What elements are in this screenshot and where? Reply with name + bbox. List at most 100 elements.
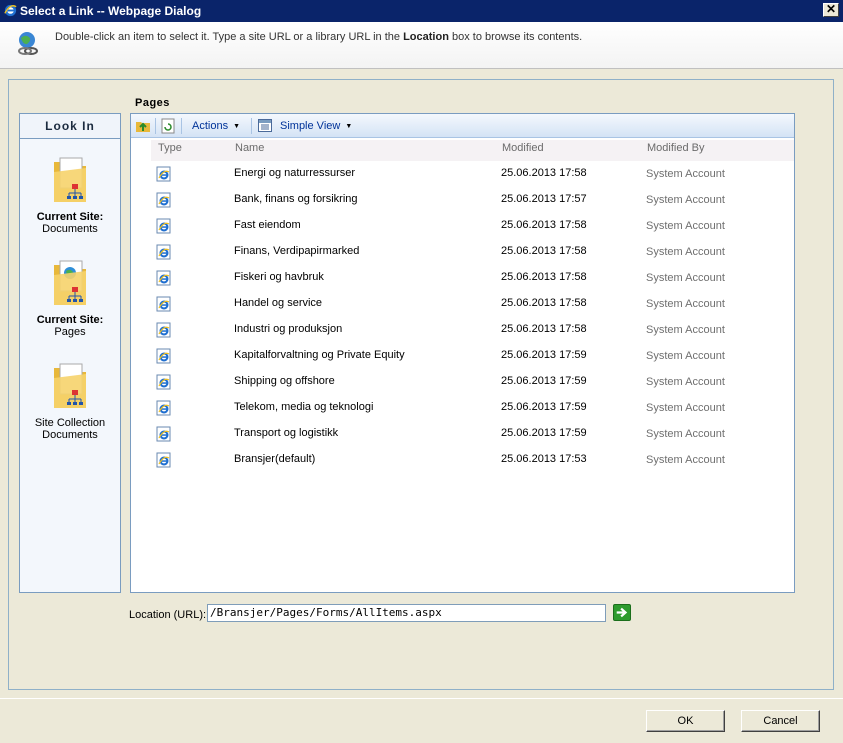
ie-page-icon (156, 322, 171, 338)
table-row[interactable]: Bank, finans og forsikring 25.06.2013 17:… (131, 187, 794, 213)
location-label: Location (URL): (129, 609, 207, 621)
dialog-title-bar: Select a Link -- Webpage Dialog (0, 0, 843, 22)
look-in-panel: Look In Current Site: Documents Current … (19, 113, 121, 593)
view-selector[interactable]: Simple View ▼ (280, 118, 352, 134)
column-modified[interactable]: Modified (502, 142, 544, 154)
actions-label: Actions (192, 120, 229, 132)
ie-page-icon (156, 400, 171, 416)
row-name[interactable]: Bransjer(default) (234, 453, 315, 465)
look-in-header: Look In (20, 114, 120, 139)
table-row[interactable]: Transport og logistikk 25.06.2013 17:59 Sy… (131, 421, 794, 447)
site-sub: Pages (54, 326, 86, 338)
table-row[interactable]: Finans, Verdipapirmarked 25.06.2013 17:58… (131, 239, 794, 265)
row-modified-by: System Account (646, 272, 725, 284)
actions-menu[interactable]: Actions ▼ (192, 118, 240, 134)
chevron-down-icon: ▼ (345, 122, 353, 130)
table-row[interactable]: Bransjer(default) 25.06.2013 17:53 System … (131, 447, 794, 473)
row-name[interactable]: Bank, finans og forsikring (234, 193, 358, 205)
row-modified-by: System Account (646, 246, 725, 258)
site-name: Current Site: (36, 314, 104, 326)
info-text: Double-click an item to select it. Type … (55, 31, 583, 43)
ie-page-icon (156, 374, 171, 390)
site-item-collection-documents[interactable]: Site Collection Documents (20, 360, 120, 441)
row-name[interactable]: Fast eiendom (234, 219, 301, 231)
row-name[interactable]: Handel og service (234, 297, 322, 309)
ie-icon (4, 4, 17, 17)
up-folder-icon[interactable] (135, 118, 151, 134)
ie-page-icon (156, 452, 171, 468)
row-name[interactable]: Telekom, media og teknologi (234, 401, 373, 413)
table-row[interactable]: Energi og naturressurser 25.06.2013 17:58… (131, 161, 794, 187)
table-row[interactable]: Telekom, media og teknologi 25.06.2013 17… (131, 395, 794, 421)
table-row[interactable]: Fast eiendom 25.06.2013 17:58 System Accou… (131, 213, 794, 239)
row-name[interactable]: Finans, Verdipapirmarked (234, 245, 359, 257)
site-sub: Documents (42, 223, 98, 235)
row-modified-by: System Account (646, 324, 725, 336)
row-modified: 25.06.2013 17:57 (501, 193, 587, 205)
column-name[interactable]: Name (235, 142, 264, 154)
row-modified-by: System Account (646, 428, 725, 440)
chevron-down-icon: ▼ (233, 122, 241, 130)
row-modified-by: System Account (646, 350, 725, 362)
ie-page-icon (156, 348, 171, 364)
table-row[interactable]: Handel og service 25.06.2013 17:58 System … (131, 291, 794, 317)
pages-list: Actions ▼ Simple View ▼ Type Name Modified… (130, 113, 795, 593)
location-input[interactable]: /Bransjer/Pages/Forms/AllItems.aspx (207, 604, 606, 622)
row-modified: 25.06.2013 17:58 (501, 323, 587, 335)
table-row[interactable]: Kapitalforvaltning og Private Equity 25.0… (131, 343, 794, 369)
refresh-icon[interactable] (161, 118, 175, 134)
row-modified-by: System Account (646, 220, 725, 232)
row-modified: 25.06.2013 17:59 (501, 401, 587, 413)
row-name[interactable]: Fiskeri og havbruk (234, 271, 324, 283)
ie-page-icon (156, 166, 171, 182)
row-modified: 25.06.2013 17:59 (501, 375, 587, 387)
row-modified: 25.06.2013 17:58 (501, 167, 587, 179)
site-item-current-documents[interactable]: Current Site: Documents (20, 154, 120, 235)
table-row[interactable]: Shipping og offshore 25.06.2013 17:59 Syst… (131, 369, 794, 395)
row-modified: 25.06.2013 17:58 (501, 219, 587, 231)
ie-page-icon (156, 270, 171, 286)
row-name[interactable]: Energi og naturressurser (234, 167, 355, 179)
table-row[interactable]: Industri og produksjon 25.06.2013 17:58 Sy… (131, 317, 794, 343)
ie-page-icon (156, 244, 171, 260)
row-name[interactable]: Kapitalforvaltning og Private Equity (234, 349, 405, 361)
row-modified-by: System Account (646, 402, 725, 414)
row-modified-by: System Account (646, 194, 725, 206)
row-modified-by: System Account (646, 298, 725, 310)
row-modified: 25.06.2013 17:59 (501, 349, 587, 361)
table-row[interactable]: Fiskeri og havbruk 25.06.2013 17:58 System… (131, 265, 794, 291)
globe-link-icon (18, 32, 38, 55)
column-type[interactable]: Type (158, 142, 182, 154)
folder-sitemap-icon (54, 260, 86, 305)
row-modified: 25.06.2013 17:58 (501, 271, 587, 283)
row-modified: 25.06.2013 17:53 (501, 453, 587, 465)
row-modified: 25.06.2013 17:58 (501, 245, 587, 257)
row-name[interactable]: Transport og logistikk (234, 427, 338, 439)
view-label: Simple View (280, 120, 341, 132)
site-name: Current Site: (36, 211, 104, 223)
info-bar: Double-click an item to select it. Type … (0, 22, 843, 69)
row-modified-by: System Account (646, 454, 725, 466)
ie-page-icon (156, 296, 171, 312)
dialog-title: Select a Link -- Webpage Dialog (20, 4, 202, 18)
ok-button[interactable]: OK (646, 710, 725, 732)
row-name[interactable]: Shipping og offshore (234, 375, 335, 387)
ie-page-icon (156, 426, 171, 442)
row-name[interactable]: Industri og produksjon (234, 323, 342, 335)
folder-sitemap-icon (54, 363, 86, 408)
site-item-current-pages[interactable]: Current Site: Pages (20, 257, 120, 338)
column-modified-by[interactable]: Modified By (647, 142, 704, 154)
list-toolbar: Actions ▼ Simple View ▼ (131, 114, 794, 138)
go-arrow-icon[interactable] (613, 604, 631, 621)
site-sub: Site Collection Documents (34, 417, 106, 441)
ie-page-icon (156, 218, 171, 234)
column-header: Type Name Modified Modified By (151, 140, 794, 161)
close-button[interactable]: ✕ (823, 3, 839, 17)
folder-sitemap-icon (54, 157, 86, 202)
row-modified: 25.06.2013 17:58 (501, 297, 587, 309)
row-modified-by: System Account (646, 168, 725, 180)
ie-page-icon (156, 192, 171, 208)
cancel-button[interactable]: Cancel (741, 710, 820, 732)
list-title: Pages (135, 97, 170, 109)
row-modified: 25.06.2013 17:59 (501, 427, 587, 439)
